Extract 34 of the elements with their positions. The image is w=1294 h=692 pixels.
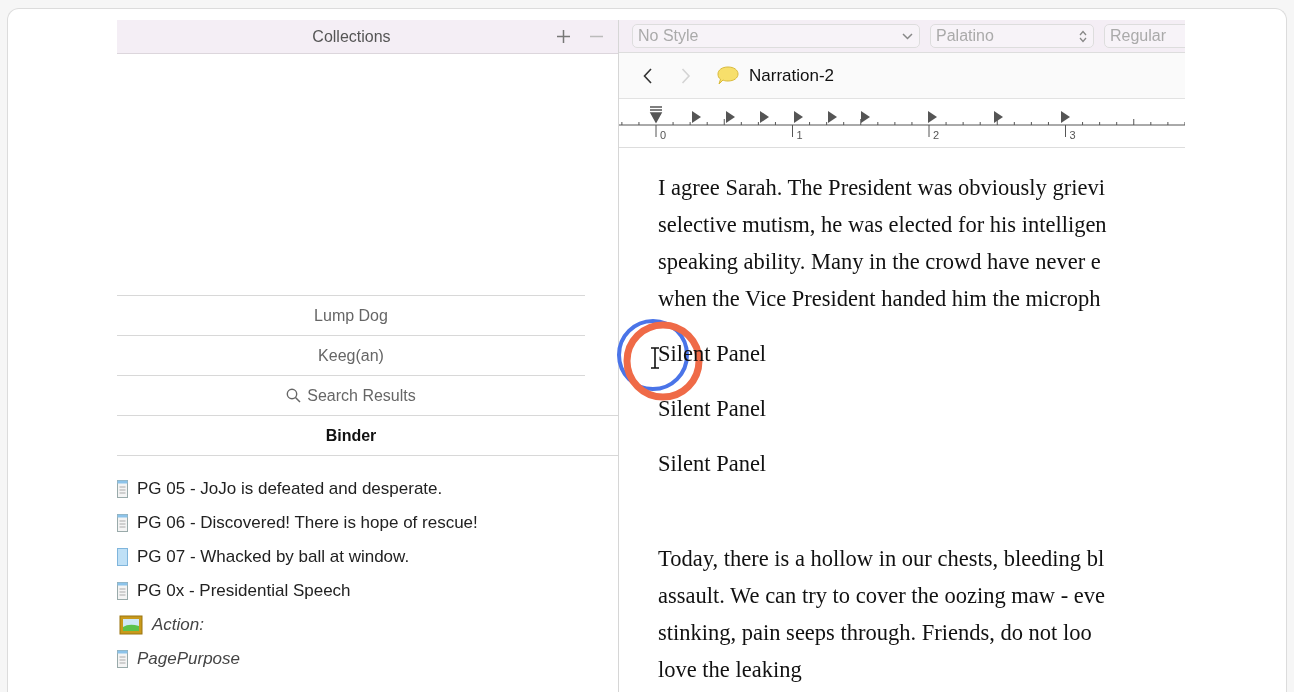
binder-item[interactable]: PG 0x - Presidential Speech [137, 581, 351, 601]
document-icon [117, 514, 128, 532]
collection-tab[interactable]: Binder [117, 415, 618, 456]
picture-icon [119, 615, 143, 635]
ruler-label: 2 [933, 129, 940, 141]
binder-item[interactable]: Action: [152, 615, 204, 635]
text-line: Today, there is a hollow in our chests, bleeding bl [658, 545, 1106, 573]
binder-item[interactable]: PG 06 - Discovered! There is hope of rescue! [137, 513, 478, 533]
text-line: assault. We can try to cover the oozing maw - eve [658, 582, 1106, 610]
text-line: Silent Panel [658, 395, 768, 423]
ruler-label: 3 [1069, 129, 1076, 141]
search-icon [286, 388, 302, 403]
document-icon [117, 650, 128, 668]
ruler-label: 0 [660, 129, 667, 141]
ruler-label: 1 [796, 129, 803, 141]
document-icon [117, 480, 128, 498]
text-line: speaking ability. Many in the crowd have never e [658, 248, 1102, 276]
binder-item[interactable]: PG 05 - JoJo is defeated and desperate. [137, 479, 443, 499]
text-line: love the leaking [658, 656, 803, 684]
document-icon [117, 582, 128, 600]
add-icon[interactable] [556, 29, 571, 44]
text-line: Silent Panel [658, 450, 768, 478]
binder-item[interactable]: PG 07 - Whacked by ball at window. [137, 547, 410, 567]
document-title: Narration-2 [749, 65, 835, 86]
speech-bubble-icon [717, 66, 739, 85]
text-line: selective mutism, he was elected for his intelligen [658, 211, 1108, 239]
text-line: I agree Sarah. The President was obviously grievi [658, 174, 1106, 202]
binder-item[interactable]: PagePurpose [137, 649, 241, 669]
text-line: stinking, pain seeps through. Friends, do not loo [658, 619, 1093, 647]
collections-title: Collections [311, 27, 392, 46]
chevron-down-icon [902, 32, 913, 40]
blank-page-icon [117, 548, 128, 566]
stepper-icon [1079, 29, 1087, 43]
text-line: when the Vice President handed him the microph [658, 285, 1102, 313]
